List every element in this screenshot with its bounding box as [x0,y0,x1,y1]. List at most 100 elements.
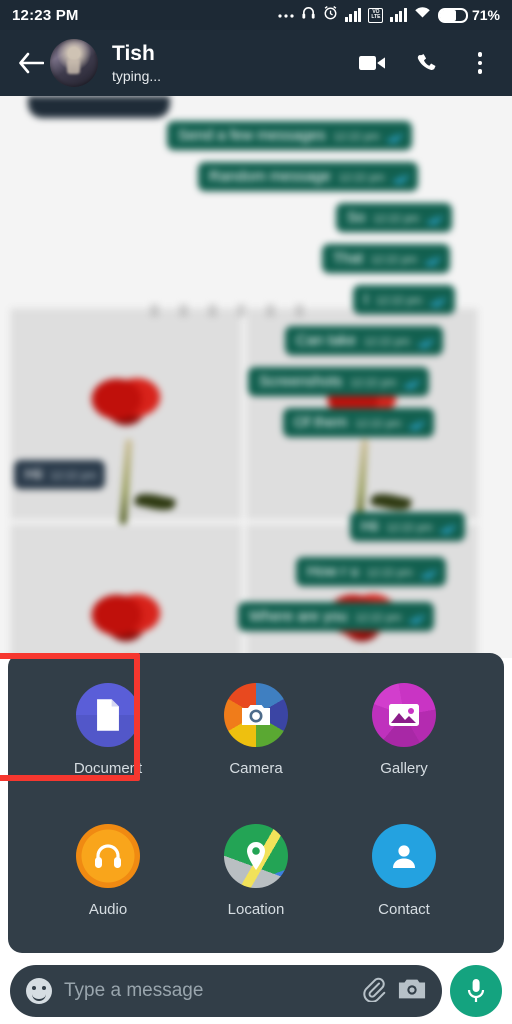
message-text: Screenshots [259,373,343,390]
chat-bubble[interactable]: Send a few messages 12:22 pm [167,121,413,150]
message-text: Can take [296,332,357,349]
chat-header: Tish typing... [0,30,512,96]
message-text: Where are you [249,608,348,625]
read-receipt-icon [418,338,434,349]
overflow-menu-icon[interactable] [466,49,494,77]
chat-message-list[interactable]: Send a few messages 12:22 pm Random mess… [0,96,512,658]
battery-percent-label: 71% [471,7,500,23]
battery-icon [437,7,468,23]
chat-bubble[interactable]: Random message 12:22 pm [198,162,418,191]
alarm-icon [323,5,338,25]
message-text: Hii [361,518,379,535]
document-icon [76,683,140,747]
attachment-label: Contact [378,901,430,918]
attachment-label: Gallery [380,760,428,777]
chat-bubble[interactable]: Can take 12:22 pm [285,326,443,355]
chat-bubble[interactable]: That 12:22 pm [322,244,450,273]
chat-faint-row [150,304,350,318]
message-time: 12:22 pm [355,418,402,430]
message-time: 12:22 pm [350,377,397,389]
read-receipt-icon [404,379,420,390]
contact-icon [372,824,436,888]
phone-call-icon[interactable] [412,49,440,77]
message-time: 12:22 pm [366,567,413,579]
message-text: Hii [25,466,43,483]
header-tab-shape [28,96,170,118]
microphone-icon [467,979,485,1002]
message-text: So [347,209,366,226]
chat-bubble[interactable]: Of them 12:22 pm [283,408,435,437]
chat-bubble[interactable]: Where are you 12:22 pm [238,602,435,631]
message-text: How r u [307,563,359,580]
chat-photo-thumb [246,524,478,658]
location-icon [224,824,288,888]
read-receipt-icon [420,569,437,580]
attachment-label: Audio [88,901,128,918]
read-receipt-icon [430,297,446,308]
read-receipt-icon [409,420,425,431]
read-receipt-icon [427,215,443,226]
microphone-button[interactable] [450,965,502,1017]
message-time: 12:22 pm [364,336,410,348]
message-time: 12:22 pm [371,254,417,266]
chat-bubble[interactable]: Hii 12:22 pm [350,512,466,541]
status-bar-icons: VO LTE 71% [278,5,500,25]
message-text: That [333,250,364,267]
attachment-option-gallery[interactable]: Gallery [330,675,478,812]
read-receipt-icon [387,133,404,144]
message-input-bar: Type a message [0,958,512,1024]
wifi-icon [414,6,431,24]
message-input-field[interactable]: Type a message [10,965,442,1017]
message-text: Random message [209,168,331,185]
video-call-icon[interactable] [358,49,386,77]
volte-icon: VO LTE [368,7,384,23]
attachment-label: Document [73,760,143,777]
read-receipt-icon [392,174,409,185]
contact-status: typing... [112,67,162,84]
gallery-icon [372,683,436,747]
read-receipt-icon [409,614,425,625]
message-time: 12:22 pm [333,131,380,143]
status-bar-clock: 12:23 PM [12,6,79,24]
chat-bubble[interactable]: I 12:22 pm [353,285,456,314]
attachment-panel: Document Camera Gallery Audio Location C… [0,653,504,953]
avatar[interactable] [50,39,98,87]
chat-bubble[interactable]: Hii 12:22 pm [14,460,106,489]
status-bar: 12:23 PM VO LTE 71% [0,0,512,30]
chat-bubble[interactable]: So 12:22 pm [336,203,453,232]
message-text: Send a few messages [178,127,326,144]
message-time: 12:22 pm [376,295,423,307]
attachment-label: Location [227,901,285,918]
message-time: 12:22 pm [373,213,420,225]
attachment-option-document[interactable]: Document [0,653,182,812]
headphone-icon [301,5,316,25]
contact-info[interactable]: Tish typing... [112,42,161,85]
more-dots-icon [278,6,294,24]
battery-indicator: 71% [437,7,500,23]
message-time: 12:22 pm [386,522,433,534]
contact-name: Tish [112,41,155,65]
attachment-option-location[interactable]: Location [182,816,330,953]
attachment-option-camera[interactable]: Camera [182,675,330,812]
camera-icon[interactable] [398,977,426,1006]
signal-bars-icon [344,8,362,22]
signal-bars-2-icon [390,8,407,22]
attachment-option-audio[interactable]: Audio [34,816,182,953]
chat-bubble[interactable]: Screenshots 12:22 pm [248,367,430,396]
chat-blurred-content: Send a few messages 12:22 pm Random mess… [0,96,512,658]
read-receipt-icon [440,524,457,535]
attachment-grid: Document Camera Gallery Audio Location C… [0,653,504,953]
message-time: 12:22 pm [50,470,97,482]
attachment-option-contact[interactable]: Contact [330,816,478,953]
message-text: Of them [294,414,348,431]
back-arrow-icon[interactable] [14,46,48,80]
paperclip-icon[interactable] [360,976,386,1007]
message-time: 12:22 pm [338,172,385,184]
message-time: 12:22 pm [355,612,402,624]
chat-bubble[interactable]: How r u 12:22 pm [296,557,446,586]
camera-icon [224,683,288,747]
chat-photo-thumb [10,524,242,658]
message-input-placeholder: Type a message [64,980,204,1001]
emoji-icon[interactable] [26,978,52,1004]
header-actions [358,49,498,77]
